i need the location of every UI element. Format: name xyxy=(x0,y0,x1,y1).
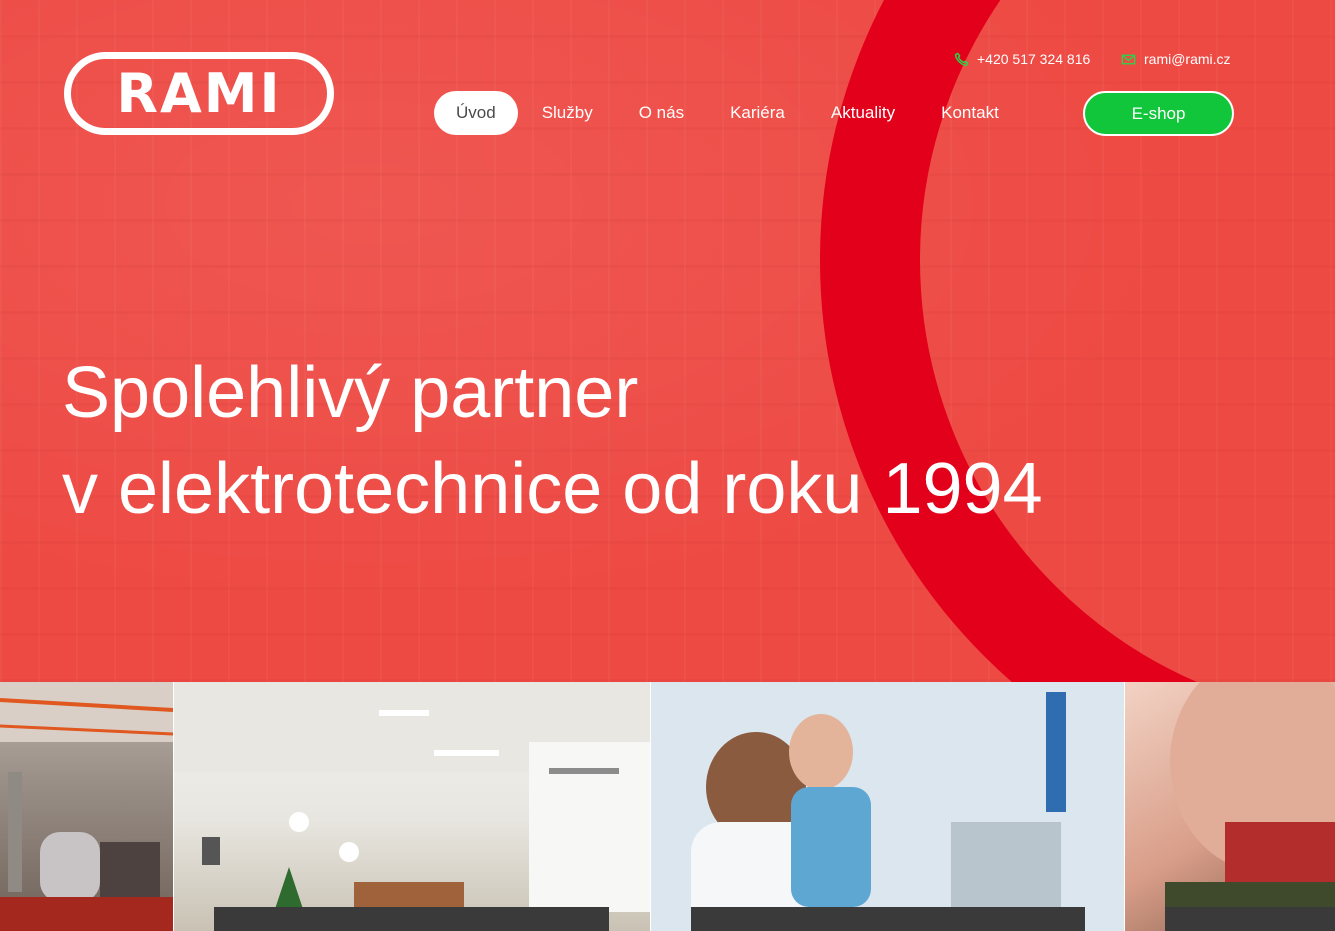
envelope-icon xyxy=(1121,54,1136,64)
nav-item-sluzby[interactable]: Služby xyxy=(520,91,615,135)
headline-line-1: Spolehlivý partner xyxy=(62,353,639,433)
nav-item-kariera[interactable]: Kariéra xyxy=(708,91,807,135)
tile-caption-bar xyxy=(213,907,609,931)
nav-item-kontakt[interactable]: Kontakt xyxy=(919,91,1021,135)
headline-line-2: v elektrotechnice od roku 1994 xyxy=(62,449,1043,529)
electronics-image xyxy=(1165,682,1335,931)
factory-hall-image xyxy=(0,682,173,931)
eshop-button[interactable]: E-shop xyxy=(1083,91,1234,136)
photo-tile-laboratory[interactable] xyxy=(650,682,1125,931)
phone-number: +420 517 324 816 xyxy=(977,51,1091,67)
email-address: rami@rami.cz xyxy=(1144,51,1231,67)
nav-item-aktuality[interactable]: Aktuality xyxy=(809,91,917,135)
photo-tile-electronics[interactable] xyxy=(1125,682,1335,931)
phone-icon xyxy=(954,52,969,66)
nav-item-uvod[interactable]: Úvod xyxy=(434,91,518,135)
tile-caption-bar xyxy=(1165,907,1335,931)
laboratory-image xyxy=(650,682,1125,931)
contact-phone[interactable]: +420 517 324 816 xyxy=(954,50,1090,68)
tile-caption-bar xyxy=(690,907,1085,931)
photo-tile-factory[interactable] xyxy=(0,682,173,931)
rami-logo[interactable]: RAMI xyxy=(64,52,334,135)
hero-banner: RAMI +420 517 324 816 rami@rami.cz Úvod … xyxy=(0,0,1335,682)
hero-headline: Spolehlivý partner v elektrotechnice od … xyxy=(62,345,1162,537)
photo-tile-showroom[interactable] xyxy=(173,682,650,931)
nav-item-o-nas[interactable]: O nás xyxy=(617,91,706,135)
main-navigation: Úvod Služby O nás Kariéra Aktuality Kont… xyxy=(434,91,1023,135)
logo-text: RAMI xyxy=(116,62,282,125)
contact-email[interactable]: rami@rami.cz xyxy=(1121,50,1231,68)
showroom-image xyxy=(173,682,650,912)
photo-strip xyxy=(0,682,1335,931)
